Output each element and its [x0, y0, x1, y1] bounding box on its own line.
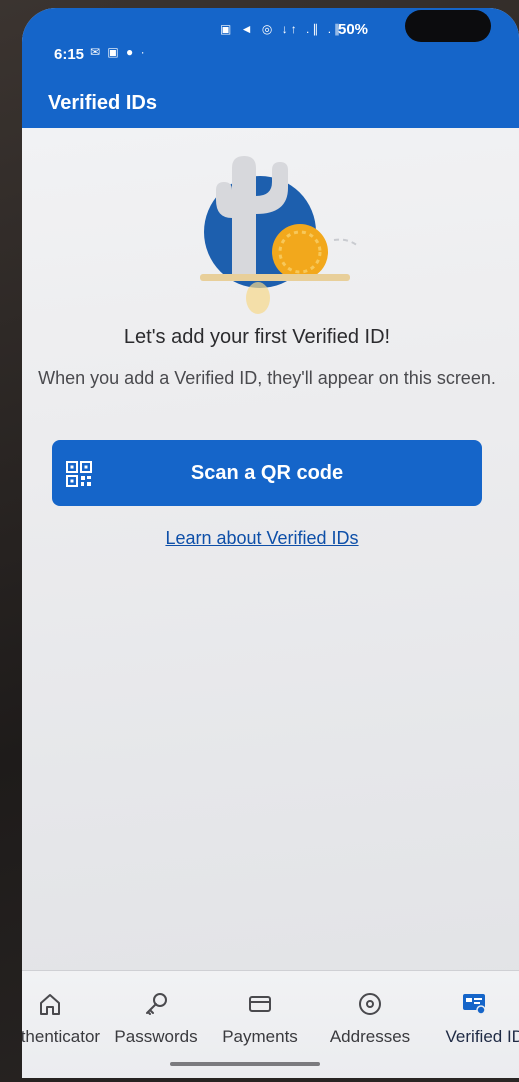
nav-item-verified-ids[interactable]: Verified IDs [430, 971, 519, 1061]
page-title: Verified IDs [48, 92, 157, 114]
learn-about-verified-ids-link[interactable]: Learn about Verified IDs [22, 528, 502, 549]
scan-qr-code-button[interactable]: Scan a QR code [52, 440, 482, 506]
location-pin-icon [359, 993, 381, 1015]
empty-state-description: When you add a Verified ID, they'll appe… [38, 368, 496, 388]
scan-qr-code-label: Scan a QR code [190, 462, 344, 484]
phone-frame: 6:15 ✉ ▣ ● · ▣ ◄ ◎ ↓↑ .∥ .∥ 50% Verified… [0, 0, 519, 1082]
verified-id-icon [463, 994, 486, 1015]
illustration-sun [272, 224, 328, 280]
nav-label-authenticator: Authenticator [22, 1027, 101, 1046]
cactus-illustration [200, 156, 359, 314]
nav-label-verified-ids: Verified IDs [445, 1027, 519, 1046]
front-camera-cutout [405, 10, 491, 42]
home-icon [40, 994, 60, 1015]
app-bar: Verified IDs [22, 74, 519, 128]
nav-item-payments[interactable]: Payments [212, 971, 308, 1061]
status-bar: 6:15 ✉ ▣ ● · ▣ ◄ ◎ ↓↑ .∥ .∥ 50% [22, 8, 519, 74]
battery-level: 50% [338, 21, 369, 38]
nav-label-payments: Payments [222, 1027, 298, 1046]
nav-item-passwords[interactable]: Passwords [106, 971, 206, 1061]
home-indicator[interactable] [170, 1062, 320, 1066]
illustration-ground [200, 274, 350, 281]
nav-item-addresses[interactable]: Addresses [318, 971, 422, 1061]
notification-icons: ✉ ▣ ● · [90, 45, 147, 59]
empty-state-headline: Let's add your first Verified ID! [123, 326, 391, 348]
key-icon [146, 993, 167, 1015]
card-icon [249, 996, 271, 1012]
nav-item-authenticator[interactable]: Authenticator [22, 971, 110, 1061]
nav-label-passwords: Passwords [114, 1027, 198, 1046]
status-time: 6:15 [54, 46, 85, 63]
app-screen: 6:15 ✉ ▣ ● · ▣ ◄ ◎ ↓↑ .∥ .∥ 50% Verified… [22, 8, 519, 1078]
nav-label-addresses: Addresses [329, 1027, 411, 1046]
system-status-icons: ▣ ◄ ◎ ↓↑ .∥ .∥ [220, 22, 344, 36]
